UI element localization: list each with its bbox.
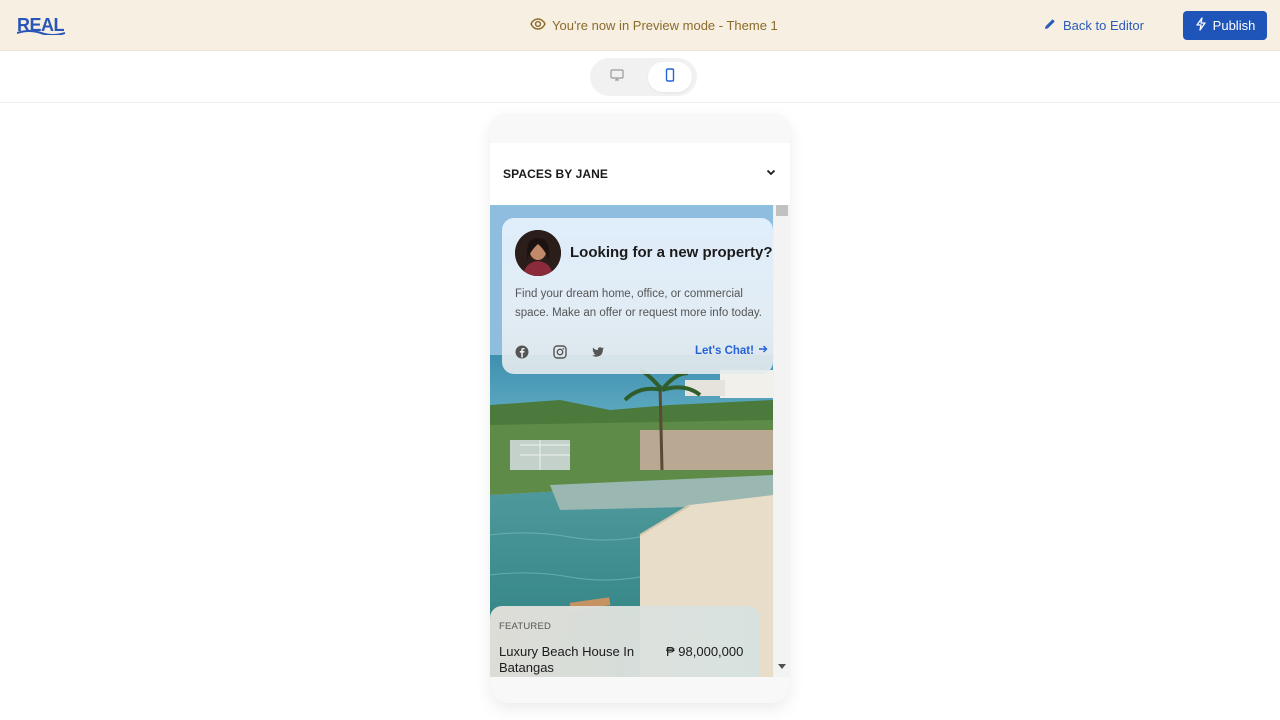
eye-icon [530,16,546,35]
intro-title: Looking for a new property? [570,244,773,261]
publish-button[interactable]: Publish [1183,11,1267,40]
featured-property-card[interactable]: FEATURED Luxury Beach House In Batangas … [490,606,760,677]
preview-message-text: You're now in Preview mode - Theme 1 [552,17,778,33]
site-name: SPACES BY JANE [503,167,608,181]
preview-mode-message: You're now in Preview mode - Theme 1 [530,16,778,34]
facebook-icon[interactable] [515,345,529,359]
intro-card: Looking for a new property? Find your dr… [502,218,773,374]
lets-chat-label: Let's Chat! [695,344,754,357]
scrollbar-thumb[interactable] [776,205,788,216]
featured-price: ₱ 98,000,000 [666,644,744,659]
social-links [515,345,605,359]
mobile-preview-frame: SPACES BY JANE Looking for a new propert… [490,113,790,703]
desktop-view-button[interactable] [595,62,639,92]
featured-label: FEATURED [499,621,552,632]
back-to-editor-link[interactable]: Back to Editor [1043,15,1144,35]
intro-text: Find your dream home, office, or commerc… [515,288,762,319]
lightning-icon [1195,17,1207,34]
lets-chat-link[interactable]: Let's Chat! [695,344,768,357]
instagram-icon[interactable] [553,345,567,359]
site-header: SPACES BY JANE [490,143,790,205]
agent-avatar [515,230,561,276]
real-logo[interactable]: REAL [17,14,65,36]
mobile-icon [665,67,675,87]
twitter-icon[interactable] [591,345,605,359]
preview-banner: REAL You're now in Preview mode - Theme … [0,0,1280,51]
arrow-right-icon [758,344,768,357]
publish-label: Publish [1212,18,1256,33]
featured-title: Luxury Beach House In Batangas [499,644,635,675]
device-toggle [590,58,697,96]
pencil-icon [1043,17,1057,34]
back-to-editor-label: Back to Editor [1063,17,1144,33]
desktop-icon [610,68,624,86]
chevron-down-icon[interactable] [765,165,777,183]
mobile-view-button[interactable] [648,62,692,92]
site-content: Looking for a new property? Find your dr… [490,205,790,677]
scrollbar[interactable] [774,205,790,677]
toolbar-divider [0,102,1280,103]
scroll-down-arrow-icon[interactable] [778,664,786,669]
